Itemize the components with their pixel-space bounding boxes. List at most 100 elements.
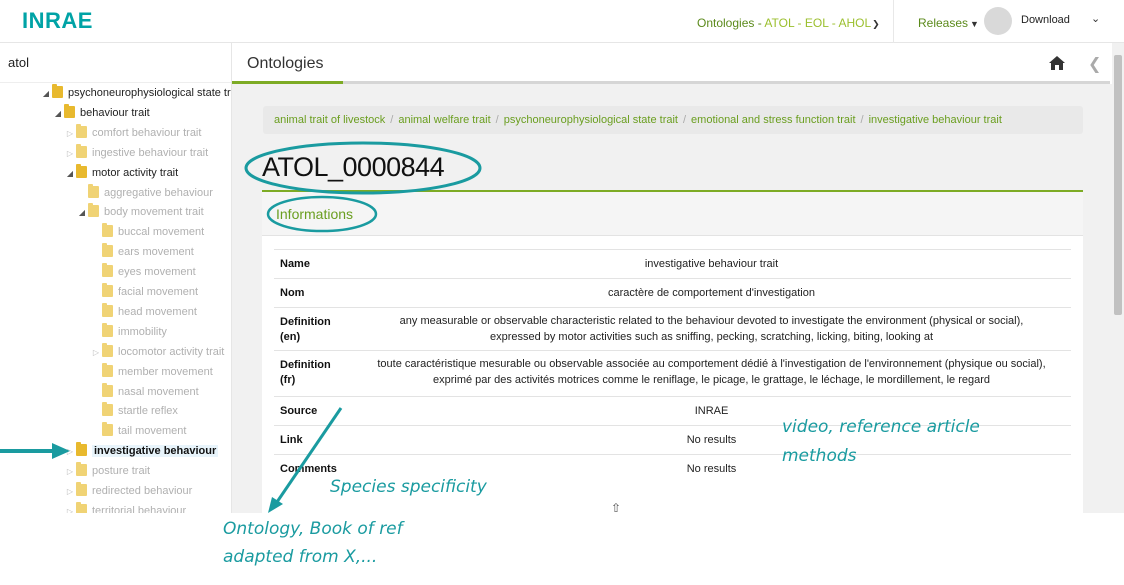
tree-node[interactable]: head movement bbox=[90, 302, 197, 321]
info-row: Definition (fr) toute caractéristique mesu… bbox=[274, 350, 1071, 396]
tree-node-label: tail movement bbox=[118, 425, 187, 438]
breadcrumb-item[interactable]: investigative behaviour trait bbox=[869, 114, 1002, 126]
info-value-line: No results bbox=[686, 463, 737, 475]
tree-toggle-icon[interactable]: ▷ bbox=[64, 503, 76, 513]
ontology-eol[interactable]: EOL bbox=[805, 16, 829, 30]
ontology-ahol[interactable]: AHOL bbox=[838, 16, 871, 30]
ontologies-menu[interactable]: Ontologies - ATOL - EOL - AHOL❯ bbox=[697, 16, 880, 30]
folder-icon bbox=[102, 382, 113, 397]
tree-node[interactable]: ▷ ingestive behaviour trait bbox=[64, 143, 209, 163]
chevron-down-icon[interactable]: ⌄ bbox=[1091, 12, 1100, 25]
breadcrumb-item[interactable]: animal welfare trait bbox=[398, 114, 490, 126]
tree-search-field[interactable]: atol bbox=[0, 43, 231, 83]
folder-icon bbox=[76, 143, 87, 158]
tree-node-label: territorial behaviour bbox=[92, 504, 187, 513]
tree-toggle-icon[interactable]: ▷ bbox=[64, 463, 76, 481]
breadcrumb-item[interactable]: psychoneurophysiological state trait bbox=[504, 114, 678, 126]
tree-node[interactable]: ears movement bbox=[90, 243, 194, 261]
info-value: No results bbox=[354, 461, 1069, 477]
tree-node[interactable]: ◢ body movement trait bbox=[76, 203, 204, 221]
tree-node-label: ears movement bbox=[118, 246, 194, 259]
folder-icon bbox=[76, 123, 87, 138]
tree-node[interactable]: startle reflex bbox=[90, 402, 178, 420]
tree-node-label: investigative behaviour bbox=[92, 445, 219, 458]
tree-node[interactable]: ▷ investigative behaviour bbox=[64, 442, 219, 461]
tree-node-label: posture trait bbox=[92, 465, 151, 478]
info-key-line: Definition bbox=[280, 316, 331, 328]
tree-node[interactable]: ▷ locomotor activity trait bbox=[90, 342, 224, 362]
home-icon[interactable] bbox=[1049, 56, 1065, 70]
info-key: Nom bbox=[280, 286, 304, 301]
tree-node[interactable]: tail movement bbox=[90, 422, 186, 440]
annotation-onto-book: Ontology, Book of ref bbox=[223, 519, 403, 539]
tree-node-label: ingestive behaviour trait bbox=[92, 146, 209, 159]
info-key: Source bbox=[280, 404, 317, 419]
releases-label: Releases bbox=[918, 16, 969, 30]
info-row: Nom caractère de comportement d'investiga… bbox=[274, 278, 1071, 307]
nav-divider bbox=[893, 0, 894, 43]
annotation-adapted: adapted from X,... bbox=[223, 547, 378, 567]
breadcrumb-item[interactable]: emotional and stress function trait bbox=[691, 114, 855, 126]
folder-icon bbox=[76, 442, 87, 457]
download-menu[interactable]: Download bbox=[1021, 14, 1070, 26]
tree-node[interactable]: ◢ motor activity trait bbox=[64, 163, 178, 183]
folder-icon bbox=[76, 501, 87, 513]
ontology-atol[interactable]: ATOL bbox=[764, 16, 794, 30]
tree-node-label: head movement bbox=[118, 305, 197, 318]
tree-node[interactable]: ◢ psychoneurophysiological state trait bbox=[40, 84, 231, 103]
tree-node[interactable]: buccal movement bbox=[90, 223, 204, 241]
folder-icon bbox=[102, 362, 113, 377]
annotation-video-ref: video, reference article bbox=[782, 417, 980, 437]
releases-menu[interactable]: Releases ▼ bbox=[918, 16, 979, 30]
tree-node[interactable]: ▷ territorial behaviour bbox=[64, 501, 187, 513]
inrae-logo[interactable]: INRAE bbox=[22, 8, 93, 34]
tree-node-label: nasal movement bbox=[118, 385, 199, 398]
folder-icon bbox=[64, 103, 75, 118]
tree-node-label: buccal movement bbox=[118, 226, 205, 239]
tree-toggle-icon[interactable]: ◢ bbox=[52, 105, 64, 123]
tree-node[interactable]: aggregative behaviour bbox=[76, 183, 213, 202]
top-navbar: INRAE Ontologies - ATOL - EOL - AHOL❯ Re… bbox=[0, 0, 1124, 43]
tree-node[interactable]: nasal movement bbox=[90, 382, 199, 401]
info-key: Comments bbox=[280, 462, 337, 477]
tree-node[interactable]: ▷ redirected behaviour bbox=[64, 482, 192, 500]
info-key-line: (en) bbox=[280, 331, 301, 343]
chevron-left-icon[interactable]: ❮ bbox=[1088, 54, 1101, 74]
info-value-line: any measurable or observable characteris… bbox=[399, 315, 1024, 327]
tree-node[interactable]: ▷ comfort behaviour trait bbox=[64, 123, 201, 143]
main-header: Ontologies bbox=[232, 43, 1112, 85]
chevron-down-icon: ▼ bbox=[970, 19, 979, 29]
tree-toggle-icon[interactable]: ◢ bbox=[76, 204, 88, 222]
tree-node[interactable]: eyes movement bbox=[90, 263, 196, 281]
folder-icon bbox=[102, 422, 113, 437]
tree-toggle-icon[interactable]: ▷ bbox=[64, 145, 76, 163]
tree-toggle-icon[interactable]: ▷ bbox=[64, 443, 76, 461]
info-value-line: caractère de comportement d'investigatio… bbox=[608, 287, 815, 299]
info-value: investigative behaviour trait bbox=[354, 256, 1069, 272]
info-key-line: Comments bbox=[280, 463, 337, 475]
folder-icon bbox=[102, 243, 113, 258]
tree-node[interactable]: ◢ behaviour trait bbox=[52, 103, 150, 123]
chevron-down-icon: ❯ bbox=[872, 19, 880, 29]
scrollbar-thumb[interactable] bbox=[1114, 55, 1122, 315]
tree-toggle-icon[interactable]: ▷ bbox=[64, 125, 76, 143]
ontology-id-heading: ATOL_0000844 bbox=[262, 152, 445, 182]
folder-icon bbox=[88, 203, 99, 218]
tree-node-label: eyes movement bbox=[118, 266, 196, 279]
tree-toggle-icon[interactable]: ◢ bbox=[64, 165, 76, 183]
tree-node[interactable]: ▷ posture trait bbox=[64, 462, 150, 480]
avatar[interactable] bbox=[984, 7, 1012, 35]
tree-node[interactable]: member movement bbox=[90, 362, 213, 381]
info-key-line: (fr) bbox=[280, 374, 296, 386]
tree-node-label: member movement bbox=[118, 365, 213, 378]
folder-icon bbox=[102, 263, 113, 278]
tree-toggle-icon[interactable]: ▷ bbox=[90, 344, 102, 362]
tree-toggle-icon[interactable]: ▷ bbox=[64, 483, 76, 501]
tree-node[interactable]: facial movement bbox=[90, 283, 198, 301]
breadcrumb-item[interactable]: animal trait of livestock bbox=[274, 114, 385, 126]
tree-toggle-icon[interactable]: ◢ bbox=[40, 85, 52, 103]
info-row: Name investigative behaviour trait bbox=[274, 249, 1071, 278]
tree-node-label: aggregative behaviour bbox=[104, 186, 213, 199]
info-key-line: Source bbox=[280, 405, 318, 417]
tree-node[interactable]: immobility bbox=[90, 322, 167, 341]
